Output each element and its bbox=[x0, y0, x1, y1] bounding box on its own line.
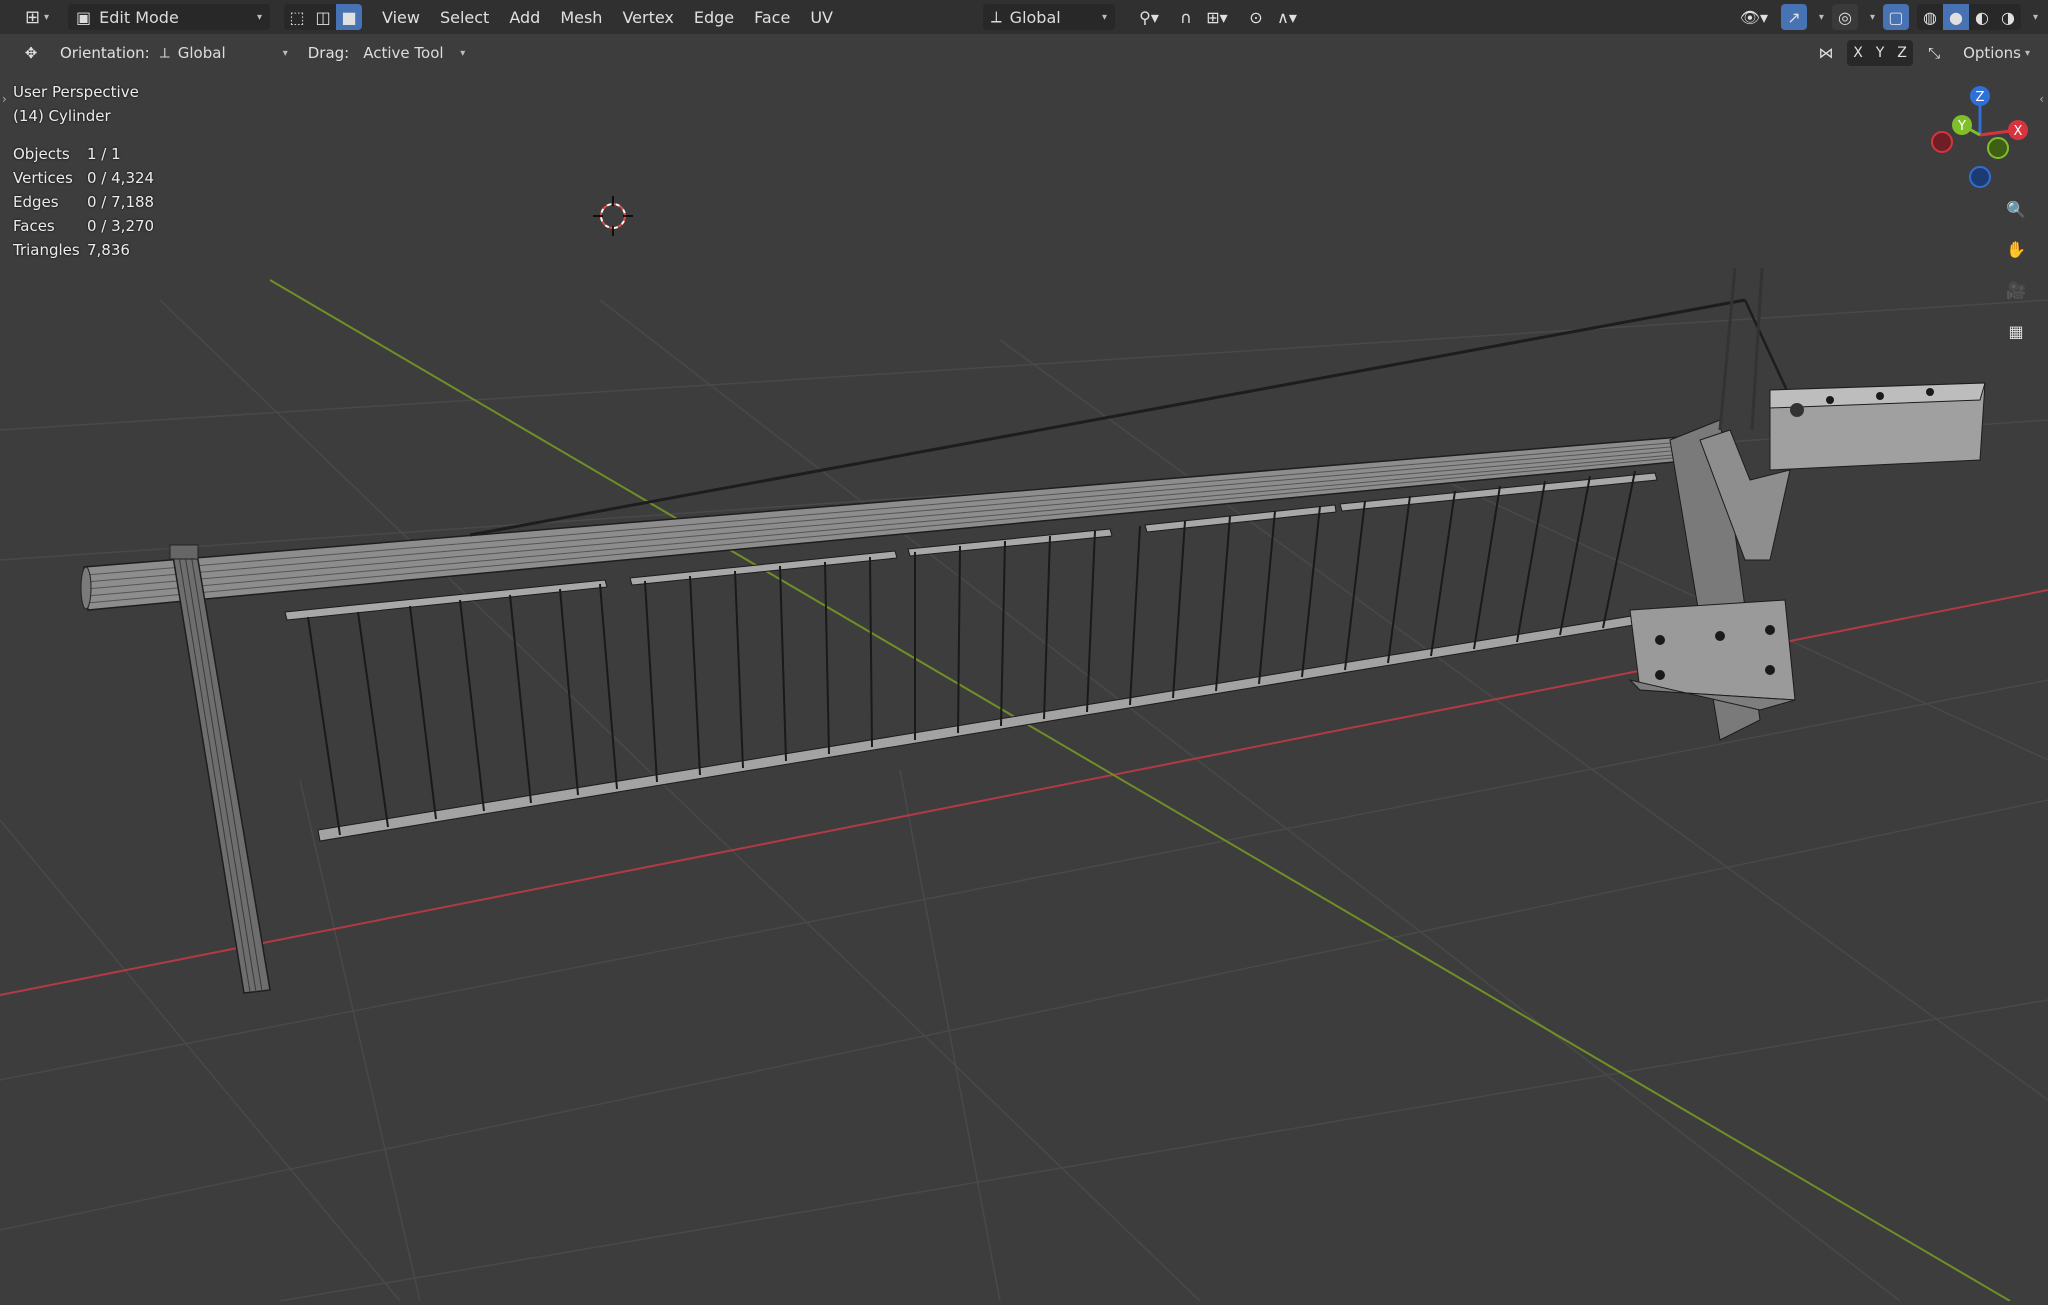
visibility-eye-icon[interactable]: 👁▾ bbox=[1735, 4, 1773, 30]
drag-label: Drag: bbox=[307, 44, 350, 62]
stat-row: Edges 0 / 7,188 bbox=[13, 193, 155, 211]
transform-orientation-label: Global bbox=[1009, 7, 1061, 27]
proportional-editing-icon[interactable]: ⊙ bbox=[1243, 4, 1269, 30]
menu-add[interactable]: Add bbox=[499, 4, 550, 30]
orientation-value: Global bbox=[177, 44, 226, 62]
perspective-grid-icon[interactable]: ▦ bbox=[1999, 314, 2033, 348]
axis-toggle-group: X Y Z bbox=[1847, 40, 1914, 66]
stat-row: Objects 1 / 1 bbox=[13, 145, 121, 163]
menu-vertex[interactable]: Vertex bbox=[612, 4, 683, 30]
stat-row: Faces 0 / 3,270 bbox=[13, 217, 155, 235]
axis-z-toggle[interactable]: Z bbox=[1891, 40, 1913, 66]
stat-row: Triangles 7,836 bbox=[13, 241, 130, 259]
mode-dropdown[interactable]: ▣ Edit Mode ▾ bbox=[68, 4, 270, 30]
shading-mode-group: ◍ ● ◐ ◑ bbox=[1916, 4, 2021, 30]
gizmo-neg-x-axis[interactable] bbox=[1931, 131, 1953, 153]
pivot-point-icon[interactable]: ⚲▾ bbox=[1131, 4, 1167, 30]
mirror-icon[interactable]: ⋈ bbox=[1813, 40, 1839, 66]
svg-text:X: X bbox=[2014, 124, 2023, 139]
gizmo-toggle-icon[interactable]: ↗ bbox=[1780, 4, 1807, 30]
menu-mesh[interactable]: Mesh bbox=[550, 4, 612, 30]
zoom-icon[interactable]: 🔍 bbox=[1999, 192, 2033, 226]
axis-x-toggle[interactable]: X bbox=[1847, 40, 1869, 66]
snap-target-icon[interactable]: ⊞▾ bbox=[1199, 4, 1235, 30]
falloff-curve-icon[interactable]: ∧▾ bbox=[1269, 4, 1305, 30]
active-object-name: (14) Cylinder bbox=[13, 107, 111, 125]
gizmo-neg-z-axis[interactable] bbox=[1969, 166, 1991, 188]
xray-toggle-icon[interactable]: ▢ bbox=[1882, 4, 1909, 30]
material-shading-icon[interactable]: ◐ bbox=[1969, 4, 1995, 30]
axis-y-toggle[interactable]: Y bbox=[1869, 40, 1891, 66]
menu-view[interactable]: View bbox=[372, 4, 430, 30]
3d-cursor-icon[interactable] bbox=[593, 196, 633, 236]
toolbar-toggle-arrow-icon[interactable]: › bbox=[2, 92, 7, 106]
tool-settings-bar: ✥ Orientation: ⟂ Global ▾ Drag: Active T… bbox=[0, 34, 2048, 72]
viewport-header: ⊞ ▾ ▣ Edit Mode ▾ ⬚ ◫ ■ View Select Add M… bbox=[0, 0, 2048, 34]
menu-face[interactable]: Face bbox=[744, 4, 800, 30]
solid-shading-icon[interactable]: ● bbox=[1942, 4, 1969, 30]
overlays-icon[interactable]: ◎ bbox=[1831, 4, 1858, 30]
options-dropdown[interactable]: Options ▾ bbox=[1955, 40, 2038, 66]
y-axis-line bbox=[269, 279, 2011, 1302]
camera-view-icon[interactable]: 🎥 bbox=[1999, 273, 2033, 307]
wireframe-shading-icon[interactable]: ◍ bbox=[1917, 4, 1943, 30]
svg-text:Y: Y bbox=[1957, 119, 1966, 134]
mode-label: Edit Mode bbox=[99, 7, 179, 27]
tool-settings-right: ⋈ X Y Z ⤡ Options ▾ bbox=[1813, 40, 2038, 66]
menu-uv[interactable]: UV bbox=[800, 4, 843, 30]
menu-edge[interactable]: Edge bbox=[684, 4, 744, 30]
floor-grid bbox=[0, 299, 2048, 1302]
scene-statistics: Objects 1 / 1 Vertices 0 / 4,324 Edges 0 / … bbox=[13, 142, 154, 262]
orientation-axes-icon: ⟂ bbox=[159, 44, 170, 62]
menu-select[interactable]: Select bbox=[430, 4, 499, 30]
gizmo-neg-y-axis[interactable] bbox=[1987, 137, 2009, 159]
header-menus: View Select Add Mesh Vertex Edge Face UV bbox=[372, 4, 843, 30]
sidebar-toggle-arrow-icon[interactable]: ‹ bbox=[2039, 92, 2044, 106]
orientation-axes-icon: ⟂ bbox=[990, 7, 1002, 26]
orientation-label: Orientation: bbox=[60, 44, 150, 62]
mesh-wireframe[interactable] bbox=[80, 267, 1986, 994]
stat-row: Vertices 0 / 4,324 bbox=[13, 169, 155, 187]
vertex-select-icon[interactable]: ⬚ bbox=[284, 4, 310, 30]
edge-select-icon[interactable]: ◫ bbox=[310, 4, 336, 30]
pan-hand-icon[interactable]: ✋ bbox=[1999, 232, 2033, 266]
3d-viewport[interactable] bbox=[0, 0, 2048, 1302]
snap-magnet-icon[interactable]: ∩ bbox=[1173, 4, 1199, 30]
editor-type-button[interactable]: ⊞ ▾ bbox=[16, 4, 58, 30]
rendered-shading-icon[interactable]: ◑ bbox=[1995, 4, 2021, 30]
navigation-gizmo[interactable]: Z X Y bbox=[1920, 80, 2030, 190]
select-mode-group: ⬚ ◫ ■ bbox=[284, 4, 362, 30]
face-select-icon[interactable]: ■ bbox=[336, 4, 362, 30]
auto-merge-icon[interactable]: ⤡ bbox=[1921, 40, 1947, 66]
view-name: User Perspective bbox=[13, 83, 139, 101]
edit-mode-icon: ▣ bbox=[76, 7, 92, 27]
move-tool-icon[interactable]: ✥ bbox=[18, 40, 44, 66]
header-right-controls: 👁▾ ↗ ▾ ◎ ▾ ▢ ◍ ● ◐ ◑ ▾ bbox=[1735, 4, 2038, 30]
orientation-dropdown[interactable]: ⟂ Global ▾ bbox=[160, 40, 288, 66]
svg-text:Z: Z bbox=[1976, 90, 1985, 105]
viewport-scene bbox=[0, 196, 2048, 1302]
drag-value: Active Tool bbox=[363, 44, 444, 62]
viewport-editor-icon: ⊞ bbox=[24, 6, 41, 28]
transform-orientation-dropdown[interactable]: ⟂ Global ▾ bbox=[982, 4, 1115, 30]
viewport-info: User Perspective (14) Cylinder bbox=[13, 80, 139, 128]
chevron-down-icon: ▾ bbox=[256, 11, 262, 23]
drag-dropdown[interactable]: Active Tool ▾ bbox=[363, 40, 465, 66]
options-label: Options bbox=[1963, 44, 2021, 62]
